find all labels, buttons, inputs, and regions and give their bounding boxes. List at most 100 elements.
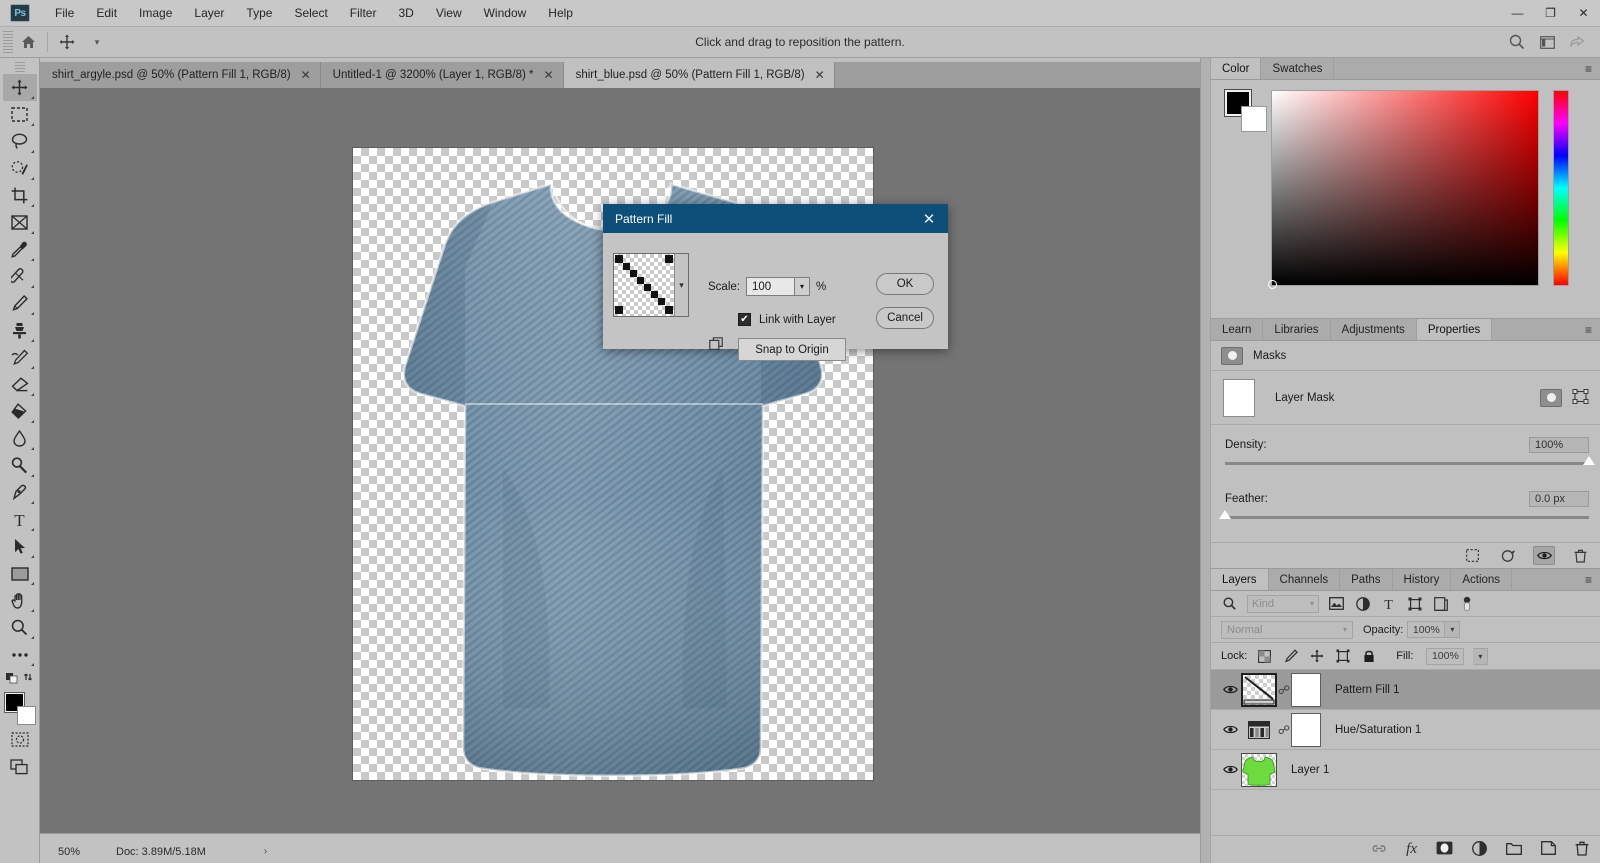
menu-type[interactable]: Type xyxy=(235,3,283,23)
hand-tool[interactable] xyxy=(3,587,37,614)
lock-position-icon[interactable] xyxy=(1308,648,1325,665)
search-icon[interactable] xyxy=(1221,595,1238,612)
tab-shirt-blue[interactable]: shirt_blue.psd @ 50% (Pattern Fill 1, RG… xyxy=(563,62,835,88)
opacity-value[interactable]: 100% xyxy=(1407,621,1446,638)
layer-name[interactable]: Pattern Fill 1 xyxy=(1335,684,1400,696)
eyedropper-tool[interactable] xyxy=(3,236,37,263)
layer-row-layer-1[interactable]: Layer 1 xyxy=(1211,750,1600,790)
vector-mask-icon[interactable] xyxy=(1572,388,1589,407)
color-panel-menu-icon[interactable]: ≡ xyxy=(1576,58,1600,79)
layer-row-hue-saturation-1[interactable]: ☍ Hue/Saturation 1 xyxy=(1211,710,1600,750)
layer-thumbnail[interactable] xyxy=(1241,752,1277,787)
density-slider-knob[interactable] xyxy=(1583,456,1595,465)
lock-transparent-pixels-icon[interactable] xyxy=(1256,648,1273,665)
new-group-icon[interactable] xyxy=(1506,842,1522,858)
snap-to-origin-button[interactable]: Snap to Origin xyxy=(738,338,846,361)
density-value[interactable]: 100% xyxy=(1529,437,1589,453)
tab-layers[interactable]: Layers xyxy=(1211,569,1269,590)
tab-paths[interactable]: Paths xyxy=(1340,569,1393,590)
tab-actions[interactable]: Actions xyxy=(1451,569,1513,590)
rectangle-tool[interactable] xyxy=(3,560,37,587)
link-with-layer-control[interactable]: ✔ Link with Layer xyxy=(738,313,836,326)
layer-mask-thumbnail[interactable] xyxy=(1223,378,1255,417)
zoom-tool[interactable] xyxy=(3,614,37,641)
layer-visibility-icon[interactable] xyxy=(1219,724,1241,735)
move-tool[interactable] xyxy=(2,74,37,101)
delete-mask-icon[interactable] xyxy=(1569,546,1591,565)
lock-all-icon[interactable] xyxy=(1360,648,1377,665)
layer-name[interactable]: Hue/Saturation 1 xyxy=(1335,724,1421,736)
close-icon[interactable]: ✕ xyxy=(1567,0,1600,26)
type-filter-icon[interactable]: T xyxy=(1380,595,1397,612)
screen-mode-icon[interactable] xyxy=(3,753,37,780)
filter-toggle-icon[interactable] xyxy=(1458,595,1475,612)
layer-row-pattern-fill-1[interactable]: ☍ Pattern Fill 1 xyxy=(1211,670,1600,710)
tab-channels[interactable]: Channels xyxy=(1268,569,1341,590)
feather-slider-track[interactable] xyxy=(1219,510,1589,519)
layer-mask-link-icon[interactable]: ☍ xyxy=(1277,723,1291,737)
lock-artboard-icon[interactable] xyxy=(1334,648,1351,665)
gradient-tool[interactable] xyxy=(3,398,37,425)
tab-swatches[interactable]: Swatches xyxy=(1261,58,1335,79)
quick-selection-tool[interactable] xyxy=(3,155,37,182)
tile-pattern-icon[interactable] xyxy=(709,337,725,353)
layer-name[interactable]: Layer 1 xyxy=(1291,764,1329,776)
density-slider-track[interactable] xyxy=(1225,456,1595,465)
rectangular-marquee-tool[interactable] xyxy=(3,101,37,128)
menu-filter[interactable]: Filter xyxy=(339,3,388,23)
layer-thumbnail[interactable] xyxy=(1241,672,1277,707)
close-icon[interactable]: ✕ xyxy=(301,68,311,82)
properties-panel-menu-icon[interactable]: ≡ xyxy=(1576,319,1600,340)
tab-libraries[interactable]: Libraries xyxy=(1263,319,1331,340)
crop-tool[interactable] xyxy=(3,182,37,209)
smart-object-filter-icon[interactable] xyxy=(1432,595,1449,612)
new-layer-icon[interactable] xyxy=(1541,841,1556,858)
menu-select[interactable]: Select xyxy=(283,3,338,23)
history-brush-tool[interactable] xyxy=(3,344,37,371)
lock-image-pixels-icon[interactable] xyxy=(1282,648,1299,665)
menu-window[interactable]: Window xyxy=(473,3,538,23)
layers-panel-menu-icon[interactable]: ≡ xyxy=(1576,569,1600,590)
toggle-mask-visibility-icon[interactable] xyxy=(1533,546,1555,565)
menu-view[interactable]: View xyxy=(425,3,473,23)
menu-edit[interactable]: Edit xyxy=(85,3,128,23)
scale-chevron-down-icon[interactable]: ▾ xyxy=(793,277,810,296)
close-icon[interactable]: ✕ xyxy=(544,68,554,82)
pixel-filter-icon[interactable] xyxy=(1328,595,1345,612)
color-picker-cursor[interactable] xyxy=(1268,280,1277,289)
pixel-mask-icon[interactable] xyxy=(1540,388,1562,407)
brush-tool[interactable] xyxy=(3,290,37,317)
shape-filter-icon[interactable] xyxy=(1406,595,1423,612)
canvas-area[interactable] xyxy=(40,88,1200,833)
tab-untitled-1[interactable]: Untitled-1 @ 3200% (Layer 1, RGB/8) * ✕ xyxy=(320,62,564,88)
feather-value[interactable]: 0.0 px xyxy=(1529,491,1589,507)
opacity-chevron-down-icon[interactable]: ▾ xyxy=(1445,621,1461,638)
feather-slider-knob[interactable] xyxy=(1219,510,1231,519)
layer-thumbnail[interactable] xyxy=(1241,713,1277,747)
pattern-swatch[interactable] xyxy=(614,254,674,316)
layer-visibility-icon[interactable] xyxy=(1219,684,1241,695)
clone-stamp-tool[interactable] xyxy=(3,317,37,344)
pattern-preview-picker[interactable]: ▾ xyxy=(613,253,689,317)
restore-icon[interactable]: ❐ xyxy=(1534,0,1567,26)
tab-learn[interactable]: Learn xyxy=(1211,319,1264,340)
close-icon[interactable]: ✕ xyxy=(918,210,940,228)
frame-tool[interactable] xyxy=(3,209,37,236)
adjustment-filter-icon[interactable] xyxy=(1354,595,1371,612)
path-selection-tool[interactable] xyxy=(3,533,37,560)
layer-mask-thumbnail[interactable] xyxy=(1291,672,1321,707)
tab-properties[interactable]: Properties xyxy=(1416,319,1493,340)
close-icon[interactable]: ✕ xyxy=(815,68,825,82)
tab-history[interactable]: History xyxy=(1392,569,1452,590)
menu-3d[interactable]: 3D xyxy=(387,3,424,23)
ok-button[interactable]: OK xyxy=(876,273,934,295)
zoom-level[interactable]: 50% xyxy=(40,846,98,858)
hue-slider[interactable] xyxy=(1553,90,1569,286)
color-swatches[interactable] xyxy=(3,692,37,726)
eraser-tool[interactable] xyxy=(3,371,37,398)
background-color-swatch[interactable] xyxy=(16,706,36,725)
lasso-tool[interactable] xyxy=(3,128,37,155)
background-color-swatch[interactable] xyxy=(1241,106,1267,132)
adjustment-layer-icon[interactable] xyxy=(1472,840,1487,859)
type-tool[interactable]: T xyxy=(3,506,37,533)
